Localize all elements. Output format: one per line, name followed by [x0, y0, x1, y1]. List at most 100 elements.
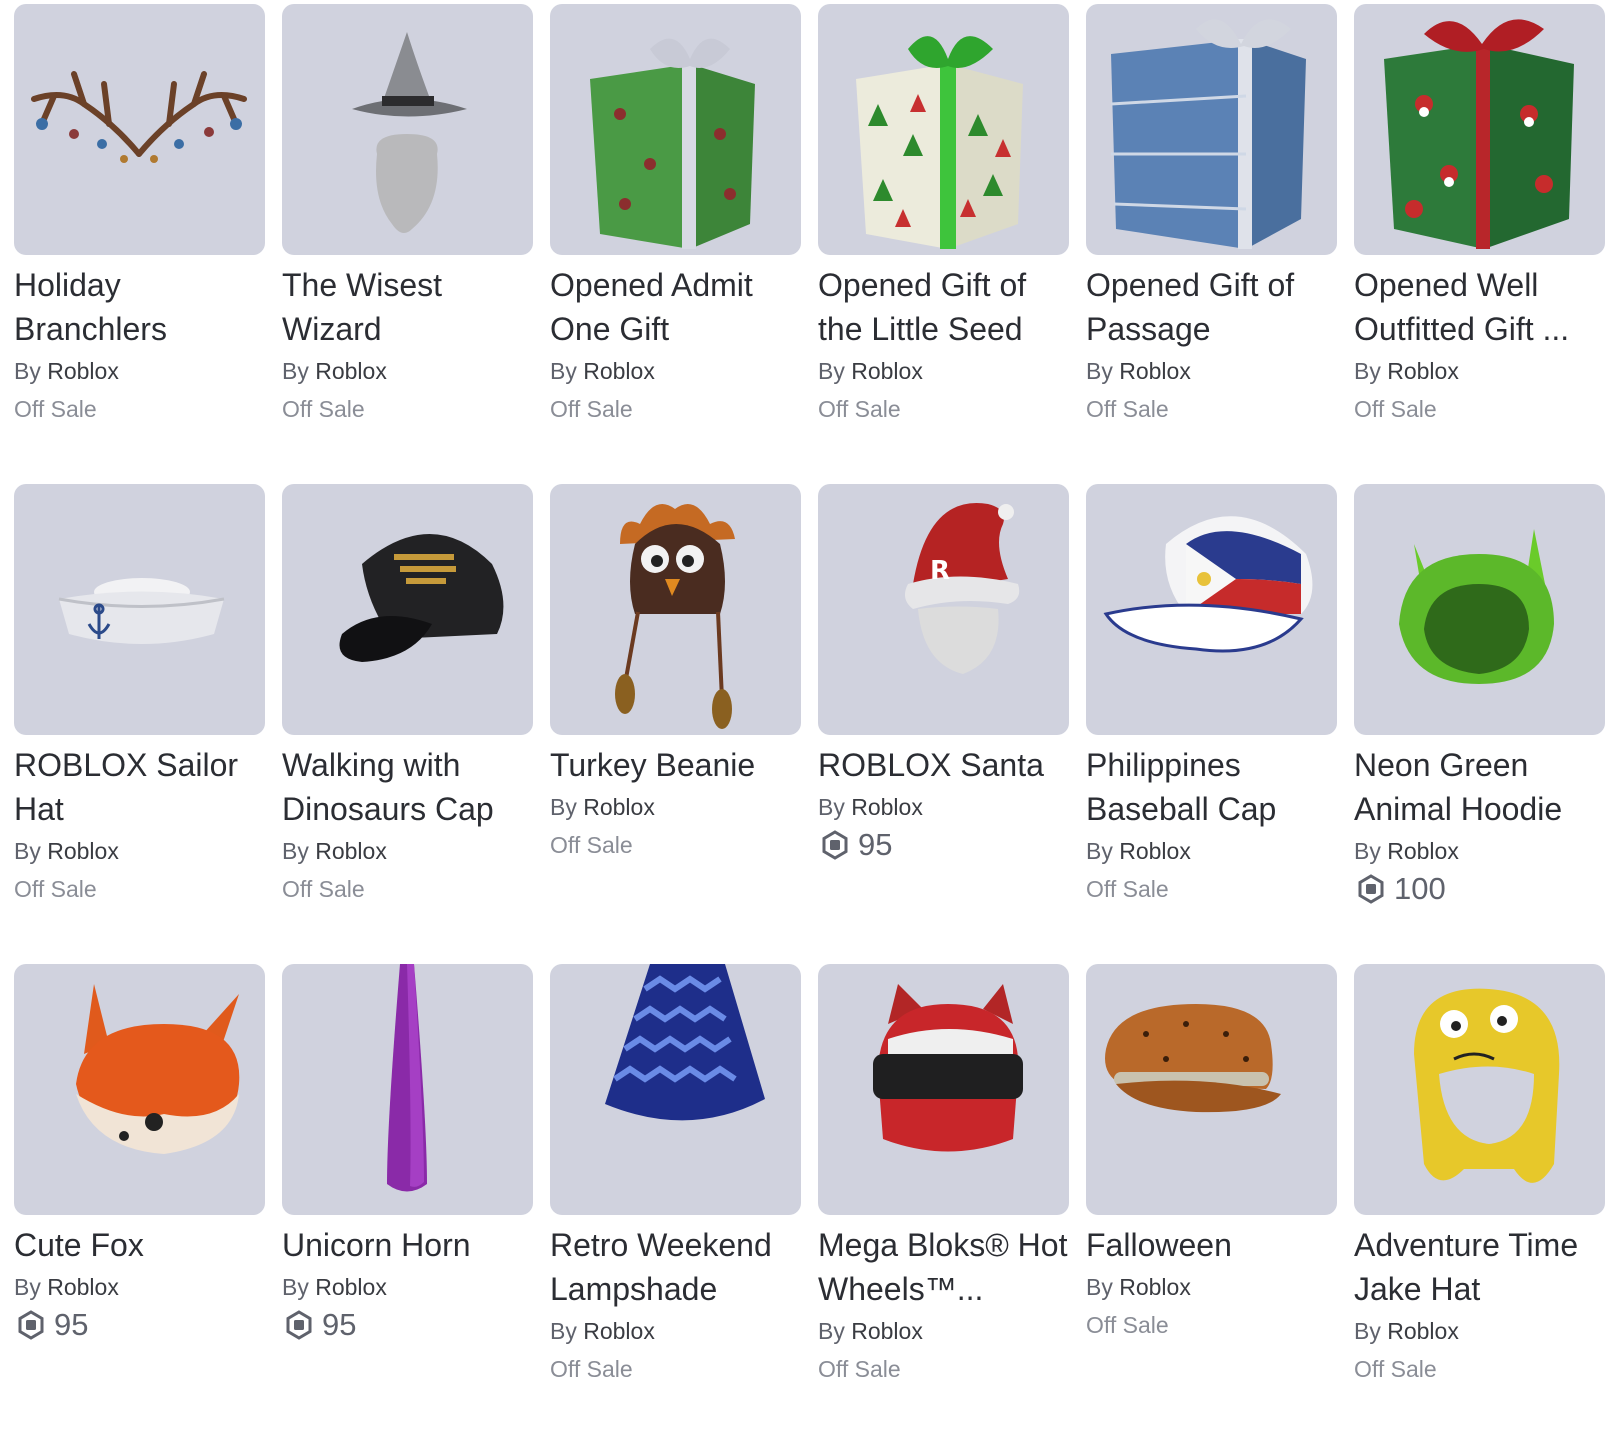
item-name[interactable]: The Wisest Wizard — [282, 263, 533, 351]
creator-link[interactable]: Roblox — [851, 1318, 923, 1344]
item-name[interactable]: Unicorn Horn — [282, 1223, 533, 1267]
item-card[interactable]: Walking with Dinosaurs Cap By Roblox Off… — [282, 484, 533, 964]
item-card[interactable]: Adventure Time Jake Hat By Roblox Off Sa… — [1354, 964, 1605, 1444]
item-creator: By Roblox — [1354, 835, 1605, 867]
creator-link[interactable]: Roblox — [851, 358, 923, 384]
fox-head-thumbnail[interactable] — [14, 964, 265, 1215]
item-creator: By Roblox — [550, 1315, 801, 1347]
by-label: By — [550, 1318, 577, 1344]
item-creator: By Roblox — [818, 791, 1069, 823]
black-cap-thumbnail[interactable] — [282, 484, 533, 735]
turkey-beanie-thumbnail[interactable] — [550, 484, 801, 735]
santa-gift-thumbnail[interactable] — [1354, 4, 1605, 255]
robux-amount: 95 — [858, 827, 893, 862]
item-price: Off Sale — [1086, 1307, 1337, 1343]
item-name[interactable]: Philippines Baseball Cap — [1086, 743, 1337, 831]
item-creator: By Roblox — [1086, 1271, 1337, 1303]
item-price: Off Sale — [1086, 871, 1337, 907]
item-creator: By Roblox — [14, 835, 265, 867]
creator-link[interactable]: Roblox — [1387, 1318, 1459, 1344]
green-hoodie-thumbnail[interactable] — [1354, 484, 1605, 735]
jake-hat-thumbnail[interactable] — [1354, 964, 1605, 1215]
creator-link[interactable]: Roblox — [315, 358, 387, 384]
item-price: 95 — [818, 827, 1069, 863]
item-card[interactable]: Neon Green Animal Hoodie By Roblox 100 — [1354, 484, 1605, 964]
by-label: By — [1086, 1274, 1113, 1300]
item-creator: By Roblox — [1086, 355, 1337, 387]
item-card[interactable]: Retro Weekend Lampshade By Roblox Off Sa… — [550, 964, 801, 1444]
creator-link[interactable]: Roblox — [315, 838, 387, 864]
lampshade-thumbnail[interactable] — [550, 964, 801, 1215]
item-creator: By Roblox — [1354, 1315, 1605, 1347]
item-card[interactable]: Holiday Branchlers By Roblox Off Sale — [14, 4, 265, 484]
item-card[interactable]: Falloween By Roblox Off Sale — [1086, 964, 1337, 1444]
by-label: By — [550, 358, 577, 384]
item-card[interactable]: Philippines Baseball Cap By Roblox Off S… — [1086, 484, 1337, 964]
item-name[interactable]: Cute Fox — [14, 1223, 265, 1267]
item-name[interactable]: Walking with Dinosaurs Cap — [282, 743, 533, 831]
creator-link[interactable]: Roblox — [315, 1274, 387, 1300]
wizard-hat-thumbnail[interactable] — [282, 4, 533, 255]
item-name[interactable]: Falloween — [1086, 1223, 1337, 1267]
item-name[interactable]: Neon Green Animal Hoodie — [1354, 743, 1605, 831]
price-status: Off Sale — [14, 876, 97, 902]
item-card[interactable]: Cute Fox By Roblox 95 — [14, 964, 265, 1444]
creator-link[interactable]: Roblox — [1119, 358, 1191, 384]
creator-link[interactable]: Roblox — [1119, 838, 1191, 864]
svg-text:R: R — [930, 556, 950, 586]
tree-gift-thumbnail[interactable] — [818, 4, 1069, 255]
sailor-hat-thumbnail[interactable] — [14, 484, 265, 735]
item-price: Off Sale — [818, 1351, 1069, 1387]
item-card[interactable]: Opened Gift of the Little Seed By Roblox… — [818, 4, 1069, 484]
creator-link[interactable]: Roblox — [47, 838, 119, 864]
item-name[interactable]: ROBLOX Sailor Hat — [14, 743, 265, 831]
creator-link[interactable]: Roblox — [851, 794, 923, 820]
unicorn-horn-thumbnail[interactable] — [282, 964, 533, 1215]
helmet-thumbnail[interactable] — [818, 964, 1069, 1215]
item-card[interactable]: Opened Admit One Gift By Roblox Off Sale — [550, 4, 801, 484]
creator-link[interactable]: Roblox — [583, 794, 655, 820]
item-price: Off Sale — [14, 871, 265, 907]
by-label: By — [1354, 838, 1381, 864]
item-price: Off Sale — [282, 871, 533, 907]
item-name[interactable]: Opened Gift of the Little Seed — [818, 263, 1069, 351]
price-status: Off Sale — [1354, 396, 1437, 422]
item-name[interactable]: Opened Gift of Passage — [1086, 263, 1337, 351]
item-card[interactable]: Turkey Beanie By Roblox Off Sale — [550, 484, 801, 964]
item-card[interactable]: The Wisest Wizard By Roblox Off Sale — [282, 4, 533, 484]
price-status: Off Sale — [550, 396, 633, 422]
item-name[interactable]: Mega Bloks® Hot Wheels™... — [818, 1223, 1069, 1311]
item-name[interactable]: Holiday Branchlers — [14, 263, 265, 351]
item-card[interactable]: Mega Bloks® Hot Wheels™... By Roblox Off… — [818, 964, 1069, 1444]
item-creator: By Roblox — [550, 355, 801, 387]
item-name[interactable]: Opened Admit One Gift — [550, 263, 801, 351]
robux-amount: 100 — [1394, 871, 1446, 906]
item-name[interactable]: Opened Well Outfitted Gift ... — [1354, 263, 1605, 351]
item-price: Off Sale — [14, 391, 265, 427]
item-card[interactable]: Opened Well Outfitted Gift ... By Roblox… — [1354, 4, 1605, 484]
item-name[interactable]: ROBLOX Santa — [818, 743, 1069, 787]
newsboy-cap-thumbnail[interactable] — [1086, 964, 1337, 1215]
blue-gift-thumbnail[interactable] — [1086, 4, 1337, 255]
creator-link[interactable]: Roblox — [1387, 358, 1459, 384]
santa-hat-thumbnail[interactable]: R — [818, 484, 1069, 735]
item-card[interactable]: Unicorn Horn By Roblox 95 — [282, 964, 533, 1444]
item-name[interactable]: Turkey Beanie — [550, 743, 801, 787]
price-status: Off Sale — [282, 396, 365, 422]
creator-link[interactable]: Roblox — [583, 358, 655, 384]
item-name[interactable]: Retro Weekend Lampshade — [550, 1223, 801, 1311]
item-name[interactable]: Adventure Time Jake Hat — [1354, 1223, 1605, 1311]
creator-link[interactable]: Roblox — [47, 358, 119, 384]
green-gift-thumbnail[interactable] — [550, 4, 801, 255]
creator-link[interactable]: Roblox — [583, 1318, 655, 1344]
item-card[interactable]: Opened Gift of Passage By Roblox Off Sal… — [1086, 4, 1337, 484]
creator-link[interactable]: Roblox — [1387, 838, 1459, 864]
creator-link[interactable]: Roblox — [1119, 1274, 1191, 1300]
item-price: Off Sale — [1086, 391, 1337, 427]
antlers-thumbnail[interactable] — [14, 4, 265, 255]
creator-link[interactable]: Roblox — [47, 1274, 119, 1300]
item-card[interactable]: R ROBLOX Santa By Roblox 95 — [818, 484, 1069, 964]
flag-cap-thumbnail[interactable] — [1086, 484, 1337, 735]
robux-icon — [18, 1310, 44, 1340]
item-card[interactable]: ROBLOX Sailor Hat By Roblox Off Sale — [14, 484, 265, 964]
